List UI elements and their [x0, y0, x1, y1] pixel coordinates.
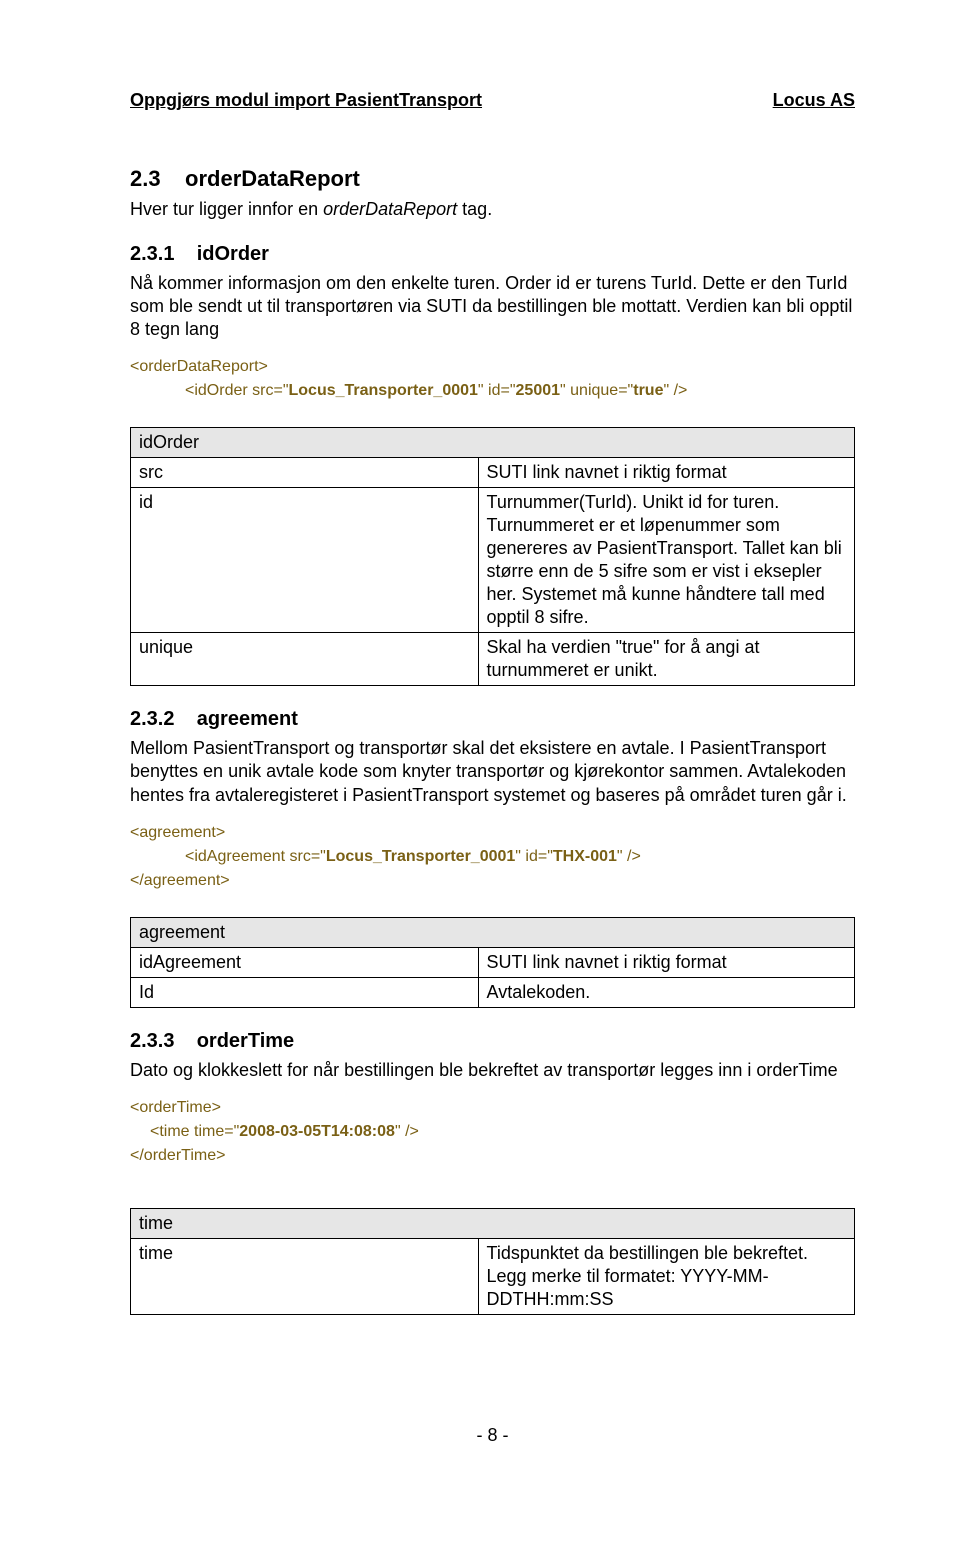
code-line: <idOrder src="Locus_Transporter_0001" id…: [130, 379, 687, 403]
code-text: <idOrder src=": [185, 382, 289, 399]
heading-title: orderDataReport: [185, 166, 360, 191]
code-line: <idAgreement src="Locus_Transporter_0001…: [130, 845, 641, 869]
code-text: " unique=": [560, 382, 633, 399]
table-val: SUTI link navnet i riktig format: [478, 947, 854, 977]
table-header-row: idOrder: [131, 428, 855, 458]
table-key: src: [131, 458, 479, 488]
table-key: unique: [131, 633, 479, 686]
para-2-3: Hver tur ligger innfor en orderDataRepor…: [130, 198, 855, 221]
heading-2-3-3: 2.3.3 orderTime: [130, 1030, 855, 1053]
code-text: " />: [617, 848, 641, 865]
code-text: " />: [395, 1123, 419, 1140]
heading-title: agreement: [197, 708, 298, 730]
code-text: " />: [663, 382, 687, 399]
heading-2-3: 2.3 orderDataReport: [130, 166, 855, 192]
code-line: <orderDataReport>: [130, 358, 268, 375]
table-row: unique Skal ha verdien "true" for å angi…: [131, 633, 855, 686]
table-val: Tidspunktet da bestillingen ble bekrefte…: [478, 1238, 854, 1314]
heading-2-3-1: 2.3.1 idOrder: [130, 243, 855, 266]
code-line: <orderTime>: [130, 1099, 221, 1116]
code-value: Locus_Transporter_0001: [289, 382, 478, 399]
para-2-3-2: Mellom PasientTransport og transportør s…: [130, 737, 855, 806]
heading-num: 2.3: [130, 166, 161, 191]
table-idorder: idOrder src SUTI link navnet i riktig fo…: [130, 427, 855, 686]
code-value: Locus_Transporter_0001: [326, 848, 515, 865]
table-header: agreement: [131, 917, 855, 947]
table-val: Skal ha verdien "true" for å angi at tur…: [478, 633, 854, 686]
heading-2-3-2: 2.3.2 agreement: [130, 708, 855, 731]
table-header: time: [131, 1208, 855, 1238]
table-key: idAgreement: [131, 947, 479, 977]
code-text: <idAgreement src=": [185, 848, 326, 865]
text: Hver tur ligger innfor en: [130, 199, 323, 219]
code-line: </agreement>: [130, 872, 230, 889]
table-val: Avtalekoden.: [478, 977, 854, 1007]
text: tag.: [457, 199, 492, 219]
table-key: Id: [131, 977, 479, 1007]
table-row: idAgreement SUTI link navnet i riktig fo…: [131, 947, 855, 977]
heading-num: 2.3.2: [130, 708, 174, 730]
code-value: THX-001: [553, 848, 617, 865]
code-block-ordertime: <orderTime> <time time="2008-03-05T14:08…: [130, 1096, 855, 1168]
header-right: Locus AS: [773, 90, 855, 111]
table-agreement: agreement idAgreement SUTI link navnet i…: [130, 917, 855, 1008]
code-text: <time time=": [150, 1123, 239, 1140]
code-line: <time time="2008-03-05T14:08:08" />: [130, 1120, 419, 1144]
page: Oppgjørs modul import PasientTransport L…: [0, 0, 960, 1506]
table-header-row: agreement: [131, 917, 855, 947]
table-key: id: [131, 488, 479, 633]
code-text: " id=": [515, 848, 553, 865]
table-val: Turnummer(TurId). Unikt id for turen. Tu…: [478, 488, 854, 633]
heading-num: 2.3.3: [130, 1030, 174, 1052]
code-line: <agreement>: [130, 824, 225, 841]
table-row: Id Avtalekoden.: [131, 977, 855, 1007]
heading-title: orderTime: [197, 1030, 294, 1052]
code-block-idorder: <orderDataReport> <idOrder src="Locus_Tr…: [130, 355, 855, 403]
table-row: id Turnummer(TurId). Unikt id for turen.…: [131, 488, 855, 633]
code-line: </orderTime>: [130, 1147, 225, 1164]
code-value: true: [633, 382, 663, 399]
para-2-3-1: Nå kommer informasjon om den enkelte tur…: [130, 272, 855, 341]
code-value: 25001: [516, 382, 561, 399]
para-2-3-3: Dato og klokkeslett for når bestillingen…: [130, 1059, 855, 1082]
page-number: - 8 -: [130, 1425, 855, 1446]
heading-title: idOrder: [197, 243, 269, 265]
heading-num: 2.3.1: [130, 243, 174, 265]
table-val: SUTI link navnet i riktig format: [478, 458, 854, 488]
table-row: time Tidspunktet da bestillingen ble bek…: [131, 1238, 855, 1314]
table-key: time: [131, 1238, 479, 1314]
italic-text: orderDataReport: [323, 199, 457, 219]
table-header: idOrder: [131, 428, 855, 458]
page-header: Oppgjørs modul import PasientTransport L…: [130, 90, 855, 111]
header-left: Oppgjørs modul import PasientTransport: [130, 90, 482, 111]
table-time: time time Tidspunktet da bestillingen bl…: [130, 1208, 855, 1315]
code-value: 2008-03-05T14:08:08: [239, 1123, 395, 1140]
code-text: " id=": [478, 382, 516, 399]
table-row: src SUTI link navnet i riktig format: [131, 458, 855, 488]
table-header-row: time: [131, 1208, 855, 1238]
code-block-agreement: <agreement> <idAgreement src="Locus_Tran…: [130, 821, 855, 893]
